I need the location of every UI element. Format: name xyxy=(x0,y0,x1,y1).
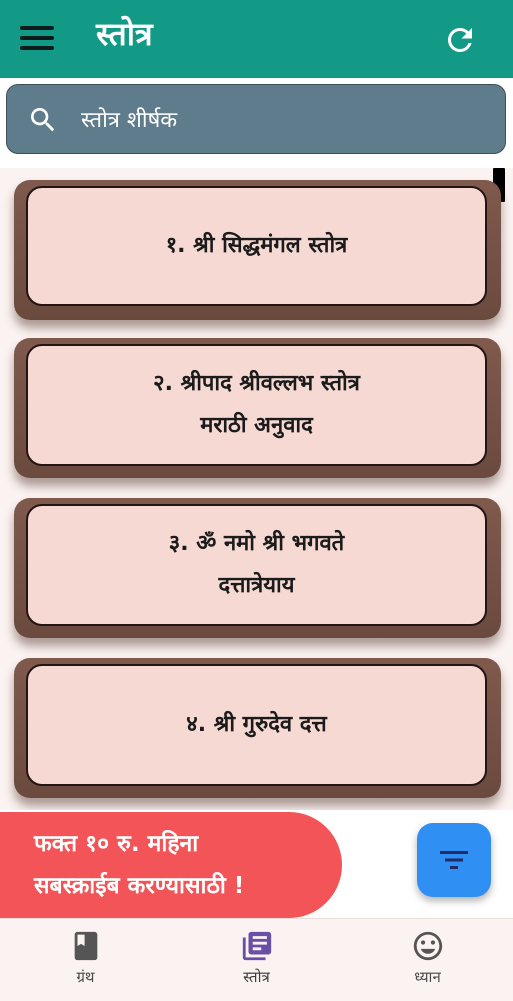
hamburger-menu-icon[interactable] xyxy=(20,26,54,52)
list-item[interactable]: १. श्री सिद्धमंगल स्तोत्र xyxy=(26,186,487,306)
nav-item-label: स्तोत्र xyxy=(243,968,270,986)
library-books-icon xyxy=(240,929,274,963)
refresh-icon[interactable] xyxy=(442,22,478,58)
list-item-title: २. श्रीपाद श्रीवल्लभ स्तोत्र मराठी अनुवा… xyxy=(153,371,360,438)
list-item[interactable]: २. श्रीपाद श्रीवल्लभ स्तोत्र मराठी अनुवा… xyxy=(26,344,487,466)
sort-filter-icon xyxy=(440,850,468,870)
bottom-navigation: ग्रंथ स्तोत्र ध्यान xyxy=(0,918,513,1001)
subscribe-banner-line1: फक्त १० रु. महिना xyxy=(34,831,199,857)
subscribe-banner[interactable]: फक्त १० रु. महिना सबस्क्राईब करण्यासाठी … xyxy=(0,812,342,918)
sort-filter-button[interactable] xyxy=(417,823,491,897)
stotra-list[interactable]: १. श्री सिद्धमंगल स्तोत्र २. श्रीपाद श्र… xyxy=(0,168,513,810)
smile-icon xyxy=(411,929,445,963)
list-item[interactable]: ३. ॐ नमो श्री भगवते दत्तात्रेयाय xyxy=(26,504,487,626)
search-bar xyxy=(6,84,506,154)
search-icon xyxy=(27,104,59,136)
app-bar: स्तोत्र xyxy=(0,0,513,78)
list-item-title: ३. ॐ नमो श्री भगवते दत्तात्रेयाय xyxy=(168,531,345,598)
list-item-title: ४. श्री गुरुदेव दत्त xyxy=(186,712,327,737)
nav-item-label: ग्रंथ xyxy=(76,968,95,986)
nav-item-dhyan[interactable]: ध्यान xyxy=(342,919,513,1001)
subscribe-banner-line2: सबस्क्राईब करण्यासाठी ! xyxy=(34,873,245,899)
nav-item-granth[interactable]: ग्रंथ xyxy=(0,919,171,1001)
book-icon xyxy=(69,929,103,963)
nav-item-label: ध्यान xyxy=(414,968,441,986)
list-item-title: १. श्री सिद्धमंगल स्तोत्र xyxy=(165,233,348,258)
page-title: स्तोत्र xyxy=(96,15,153,53)
nav-item-stotra[interactable]: स्तोत्र xyxy=(171,919,342,1001)
search-input[interactable] xyxy=(81,101,481,139)
list-item[interactable]: ४. श्री गुरुदेव दत्त xyxy=(26,664,487,786)
